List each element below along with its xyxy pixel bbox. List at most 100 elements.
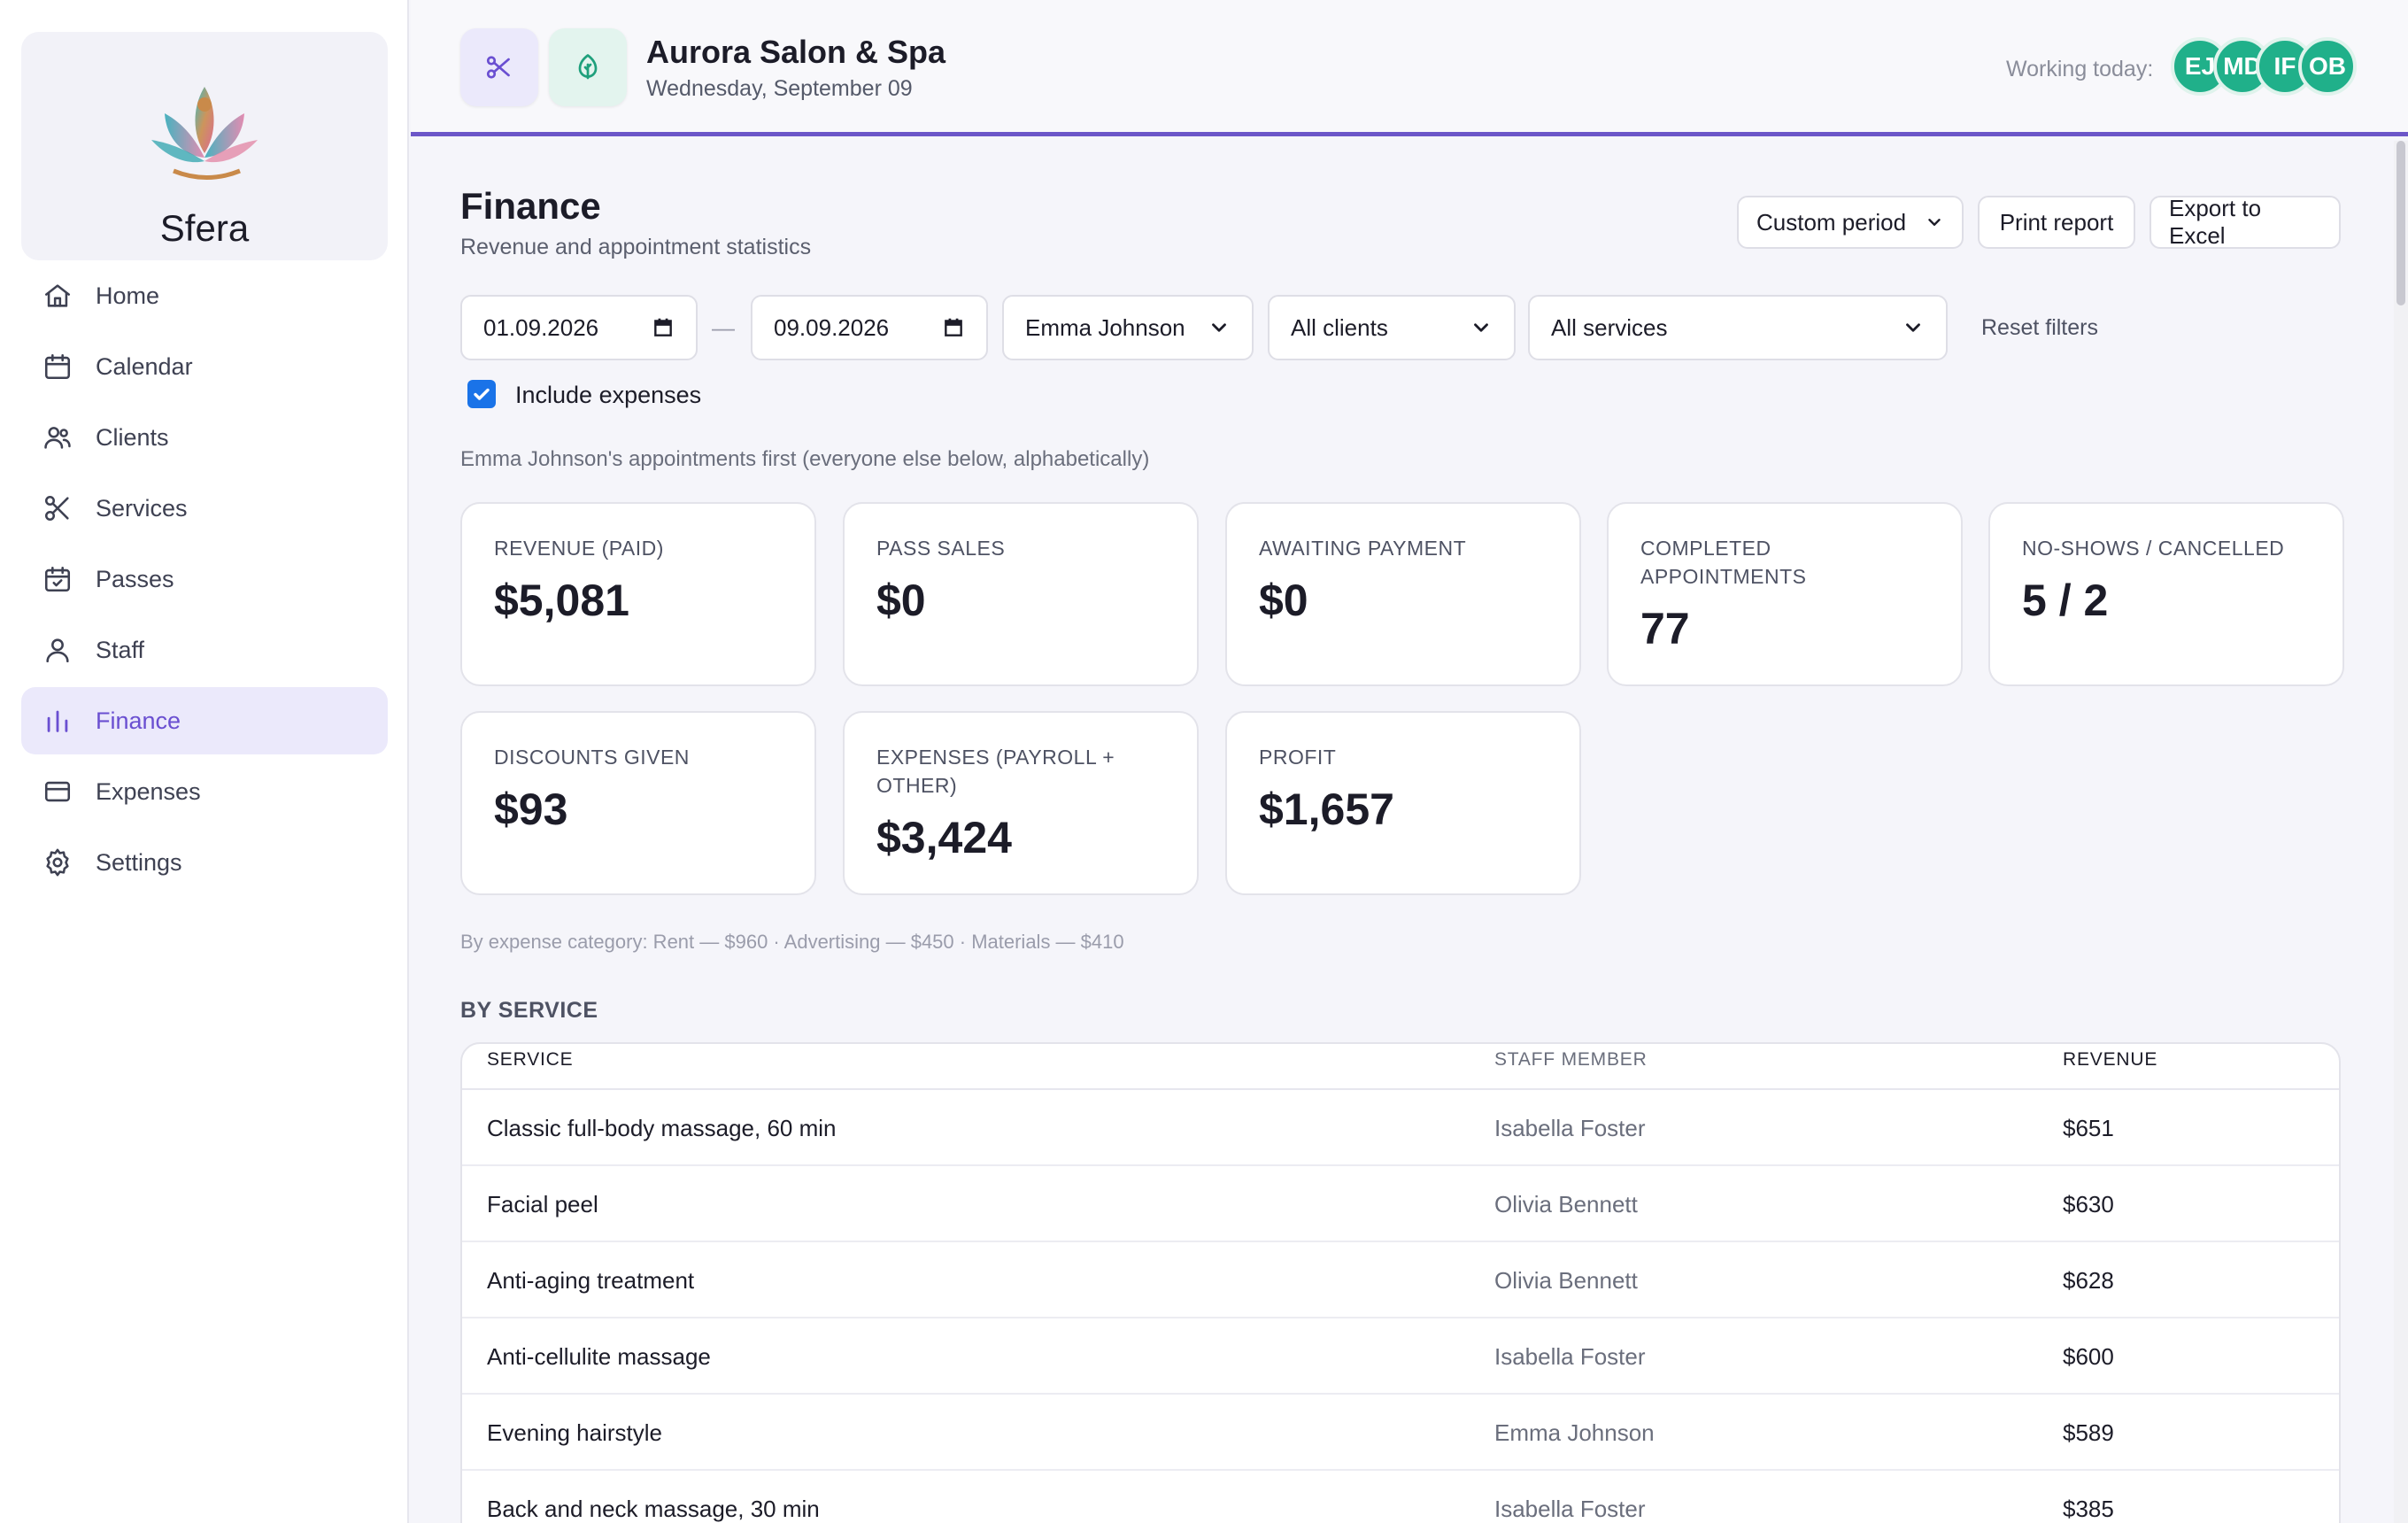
print-report-button[interactable]: Print report xyxy=(1978,196,2135,249)
services-filter-value: All services xyxy=(1551,313,1668,341)
calendar-check-icon xyxy=(44,566,71,592)
sort-hint: Emma Johnson's appointments first (every… xyxy=(460,447,1150,471)
sidebar-item-calendar[interactable]: Calendar xyxy=(21,333,388,400)
stat-label: NO-SHOWS / CANCELLED xyxy=(2022,537,2285,560)
sidebar-item-finance[interactable]: Finance xyxy=(21,687,388,754)
sidebar-item-clients[interactable]: Clients xyxy=(21,404,388,471)
revenue-cell: $385 xyxy=(2063,1496,2114,1522)
current-date: Wednesday, September 09 xyxy=(646,76,913,101)
stat-value: $0 xyxy=(1259,576,1308,625)
stat-card-completed: COMPLETED APPOINTMENTS 77 xyxy=(1607,502,1963,686)
table-row[interactable]: Classic full-body massage, 60 min Isabel… xyxy=(462,1090,2339,1166)
stat-card-no-shows: NO-SHOWS / CANCELLED 5 / 2 xyxy=(1988,502,2344,686)
table-row[interactable]: Facial peel Olivia Bennett $630 xyxy=(462,1166,2339,1242)
eco-shortcut-button[interactable] xyxy=(549,28,627,106)
salon-name: Aurora Salon & Spa xyxy=(646,34,946,70)
table-row[interactable]: Anti-cellulite massage Isabella Foster $… xyxy=(462,1318,2339,1395)
sidebar-item-label: Passes xyxy=(96,565,174,592)
expense-category-note: By expense category: Rent — $960 · Adver… xyxy=(460,931,1124,953)
column-header-staff[interactable]: STAFF MEMBER xyxy=(1494,1049,1648,1071)
vertical-scrollbar[interactable] xyxy=(2394,141,2408,1523)
stat-card-awaiting-payment: AWAITING PAYMENT $0 xyxy=(1225,502,1581,686)
column-header-revenue[interactable]: REVENUE xyxy=(2063,1049,2157,1071)
revenue-cell: $630 xyxy=(2063,1191,2114,1218)
staff-filter-select[interactable]: Emma Johnson xyxy=(1002,295,1254,360)
service-cell: Facial peel xyxy=(487,1191,598,1218)
column-header-service[interactable]: SERVICE xyxy=(487,1049,573,1071)
sidebar: Sfera Home Calendar Clients Services Pas… xyxy=(0,0,409,1523)
export-excel-button[interactable]: Export to Excel xyxy=(2149,195,2341,249)
scrollbar-thumb[interactable] xyxy=(2396,141,2405,305)
date-separator: — xyxy=(712,314,735,341)
calendar-icon xyxy=(44,353,71,380)
checkmark-icon xyxy=(474,388,490,400)
stat-card-discounts: DISCOUNTS GIVEN $93 xyxy=(460,711,816,895)
clients-filter-value: All clients xyxy=(1291,313,1388,341)
table-row[interactable]: Anti-aging treatment Olivia Bennett $628 xyxy=(462,1242,2339,1318)
clients-filter-select[interactable]: All clients xyxy=(1268,295,1516,360)
staff-cell: Isabella Foster xyxy=(1494,1343,1646,1370)
services-shortcut-button[interactable] xyxy=(460,28,538,106)
period-select[interactable]: Custom period xyxy=(1737,196,1964,249)
service-cell: Anti-cellulite massage xyxy=(487,1343,711,1370)
sidebar-item-staff[interactable]: Staff xyxy=(21,616,388,684)
service-cell: Anti-aging treatment xyxy=(487,1267,695,1294)
staff-cell: Emma Johnson xyxy=(1494,1419,1655,1446)
date-from-input[interactable]: 01.09.2026 xyxy=(460,295,698,360)
chevron-down-icon xyxy=(1474,323,1488,332)
stat-label: REVENUE (PAID) xyxy=(494,537,664,560)
revenue-cell: $600 xyxy=(2063,1343,2114,1370)
working-today-label: Working today: xyxy=(2006,57,2154,81)
staff-filter-value: Emma Johnson xyxy=(1025,313,1185,341)
stat-value: $5,081 xyxy=(494,576,629,625)
date-from-value: 01.09.2026 xyxy=(483,313,599,341)
stat-label: PROFIT xyxy=(1259,746,1337,769)
stat-card-expenses: EXPENSES (PAYROLL + OTHER) $3,424 xyxy=(843,711,1199,895)
reset-filters-link[interactable]: Reset filters xyxy=(1981,315,2098,341)
logo-card[interactable]: Sfera xyxy=(21,32,388,260)
include-expenses-label[interactable]: Include expenses xyxy=(515,382,701,409)
staff-cell: Isabella Foster xyxy=(1494,1115,1646,1141)
period-select-value: Custom period xyxy=(1756,208,1907,236)
bar-chart-icon xyxy=(47,710,68,732)
header: Aurora Salon & Spa Wednesday, September … xyxy=(411,0,2408,136)
avatar[interactable]: OB xyxy=(2298,37,2357,96)
table-header: SERVICE STAFF MEMBER REVENUE xyxy=(462,1044,2339,1090)
stat-value: 77 xyxy=(1640,604,1690,653)
chevron-down-icon xyxy=(1906,323,1920,332)
date-to-input[interactable]: 09.09.2026 xyxy=(751,295,988,360)
stat-value: $0 xyxy=(876,576,926,625)
stat-card-profit: PROFIT $1,657 xyxy=(1225,711,1581,895)
stat-value: $3,424 xyxy=(876,813,1012,862)
sidebar-item-settings[interactable]: Settings xyxy=(21,829,388,896)
stat-label: EXPENSES (PAYROLL + OTHER) xyxy=(876,746,1115,797)
users-icon xyxy=(44,427,71,449)
date-to-value: 09.09.2026 xyxy=(774,313,890,341)
home-icon xyxy=(44,284,71,307)
table-row[interactable]: Evening hairstyle Emma Johnson $589 xyxy=(462,1395,2339,1471)
sidebar-item-label: Services xyxy=(96,494,188,522)
staff-cell: Isabella Foster xyxy=(1494,1496,1646,1522)
sidebar-item-label: Home xyxy=(96,282,160,309)
gear-icon xyxy=(46,848,69,877)
staff-cell: Olivia Bennett xyxy=(1494,1191,1638,1218)
scissors-icon xyxy=(486,56,510,79)
sidebar-item-label: Staff xyxy=(96,636,145,663)
revenue-cell: $651 xyxy=(2063,1115,2114,1141)
include-expenses-checkbox[interactable] xyxy=(467,380,496,408)
service-cell: Back and neck massage, 30 min xyxy=(487,1496,820,1522)
sidebar-item-expenses[interactable]: Expenses xyxy=(21,758,388,825)
stat-label: COMPLETED APPOINTMENTS xyxy=(1640,537,1807,588)
scissors-icon xyxy=(44,495,69,522)
page-subtitle: Revenue and appointment statistics xyxy=(460,235,812,259)
service-cell: Classic full-body massage, 60 min xyxy=(487,1115,837,1141)
table-row[interactable]: Back and neck massage, 30 min Isabella F… xyxy=(462,1471,2339,1523)
sidebar-item-passes[interactable]: Passes xyxy=(21,545,388,613)
services-filter-select[interactable]: All services xyxy=(1528,295,1948,360)
lotus-logo-icon xyxy=(151,87,258,180)
stat-value: $1,657 xyxy=(1259,785,1394,834)
page-title: Finance xyxy=(460,185,601,227)
sidebar-item-services[interactable]: Services xyxy=(21,475,388,542)
sidebar-item-home[interactable]: Home xyxy=(21,262,388,329)
sidebar-item-label: Expenses xyxy=(96,777,201,805)
